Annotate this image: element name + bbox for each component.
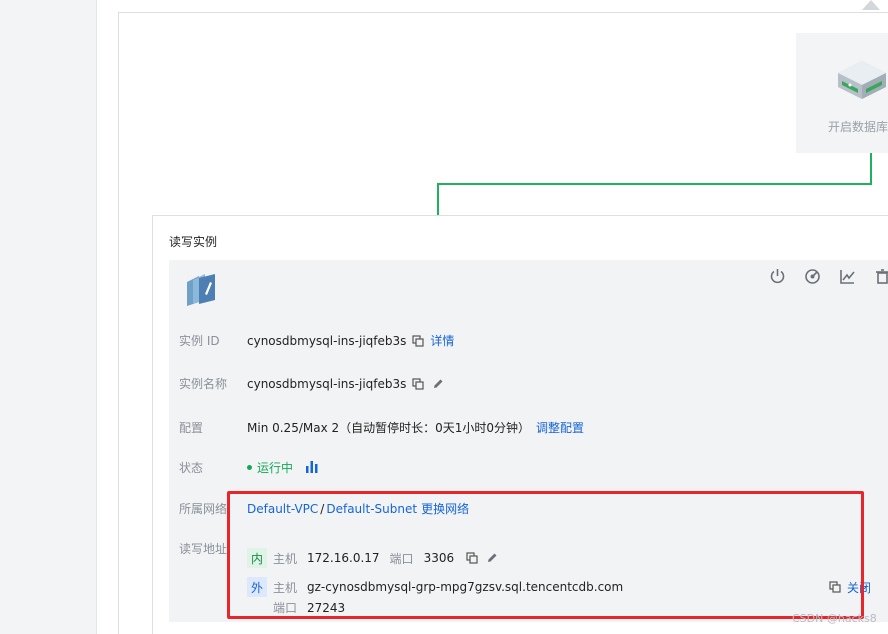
topology-connector <box>437 183 439 216</box>
vpc-link[interactable]: Default-VPC <box>247 502 318 516</box>
topology-connector <box>437 183 872 185</box>
internal-address: 内 主机 172.16.0.17 端口 3306 <box>247 548 887 568</box>
instance-icon <box>183 272 219 312</box>
power-icon[interactable] <box>769 268 786 285</box>
change-network-link[interactable]: 更换网络 <box>421 500 469 517</box>
network-separator: / <box>320 501 325 516</box>
close-external-link[interactable]: 关闭 <box>847 579 871 596</box>
internal-host-label: 主机 <box>273 551 298 566</box>
subnet-link[interactable]: Default-Subnet <box>326 502 417 516</box>
status-label: 状态 <box>179 461 204 475</box>
detail-link[interactable]: 详情 <box>430 332 454 349</box>
left-gutter <box>0 0 97 634</box>
copy-icon[interactable] <box>466 552 478 564</box>
row-network: 所属网络 Default-VPC / Default-Subnet 更换网络 <box>179 500 469 517</box>
edit-pencil-icon[interactable] <box>432 378 444 390</box>
row-instance-id: 实例 ID cynosdbmysql-ins-jiqfeb3s 详情 <box>179 332 454 349</box>
database-icon <box>832 55 888 111</box>
copy-icon[interactable] <box>412 334 424 347</box>
db-node-label: 开启数据库 <box>828 120 888 134</box>
card-title: 读写实例 <box>169 235 218 249</box>
bar-chart-icon[interactable] <box>305 459 319 476</box>
instance-card: 读写实例 实例 ID cynosdbmysql-ins-jiqfeb3s 详情 … <box>152 215 888 634</box>
external-host-value: gz-cynosdbmysql-grp-mpg7gzsv.sql.tencent… <box>307 580 624 594</box>
external-address: 外 主机 gz-cynosdbmysql-grp-mpg7gzsv.sql.te… <box>247 577 887 597</box>
external-actions: 关闭 <box>823 579 871 596</box>
internal-port-label: 端口 <box>389 551 414 566</box>
address-label: 读写地址 <box>179 542 228 556</box>
external-port: 端口 27243 <box>247 599 887 616</box>
config-label: 配置 <box>179 421 204 435</box>
internal-port-value: 3306 <box>423 551 455 565</box>
instance-id-value: cynosdbmysql-ins-jiqfeb3s <box>247 333 407 348</box>
external-port-label: 端口 <box>273 601 298 615</box>
db-node[interactable]: 开启数据库 <box>796 33 888 153</box>
row-address: 读写地址 <box>179 540 247 557</box>
network-label: 所属网络 <box>179 502 228 516</box>
watermark: CSDN @hacks8 <box>792 612 877 625</box>
config-value: Min 0.25/Max 2（自动暂停时长：0天1小时0分钟） <box>247 421 531 435</box>
external-port-value: 27243 <box>307 600 346 615</box>
copy-icon[interactable] <box>829 581 841 593</box>
monitor-chart-icon[interactable] <box>839 268 856 285</box>
status-value: 运行中 <box>257 461 294 475</box>
instance-name-value: cynosdbmysql-ins-jiqfeb3s <box>247 376 407 391</box>
instance-name-label: 实例名称 <box>179 377 228 391</box>
external-host-label: 主机 <box>273 580 298 595</box>
row-instance-name: 实例名称 cynosdbmysql-ins-jiqfeb3s <box>179 375 444 392</box>
row-config: 配置 Min 0.25/Max 2（自动暂停时长：0天1小时0分钟） 调整配置 <box>179 419 584 436</box>
address-list: 内 主机 172.16.0.17 端口 3306 外 主机 gz-cynosdb… <box>247 548 887 616</box>
page: 开启数据库 读写实例 实例 ID cynosdbmysql-ins-jiqfeb… <box>0 0 888 634</box>
internal-tag: 内 <box>247 548 267 568</box>
instance-id-label: 实例 ID <box>179 334 220 348</box>
edit-pencil-icon[interactable] <box>486 552 498 564</box>
row-status: 状态 运行中 <box>179 459 319 476</box>
scroll-up-arrow-icon[interactable] <box>862 0 880 10</box>
instance-toolbar <box>769 268 888 285</box>
external-tag: 外 <box>247 577 267 597</box>
card-body: 实例 ID cynosdbmysql-ins-jiqfeb3s 详情 实例名称 … <box>169 260 888 622</box>
copy-icon[interactable] <box>412 377 424 390</box>
adjust-config-link[interactable]: 调整配置 <box>536 419 584 436</box>
status-dot <box>247 465 252 470</box>
topology-connector <box>870 153 872 184</box>
delete-icon[interactable] <box>874 268 888 285</box>
speedometer-icon[interactable] <box>804 268 821 285</box>
internal-host-value: 172.16.0.17 <box>307 551 380 565</box>
